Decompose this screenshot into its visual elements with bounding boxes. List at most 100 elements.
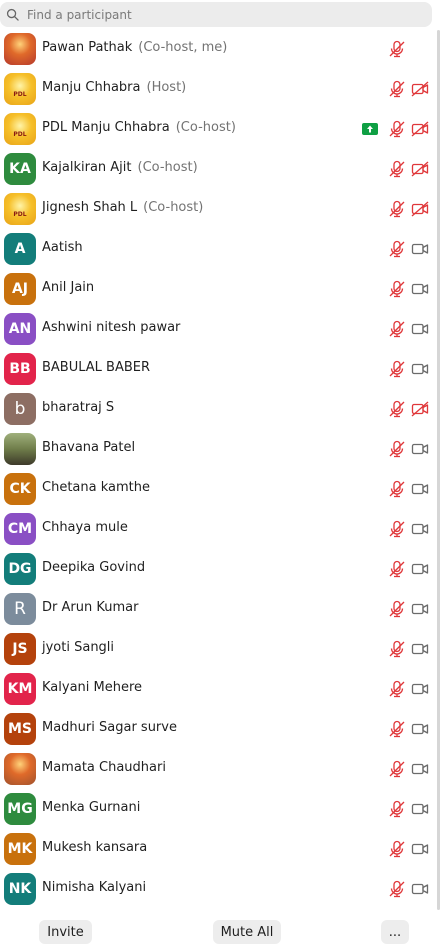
invite-button[interactable]: Invite: [39, 920, 92, 944]
avatar: A: [4, 233, 36, 265]
video-off-icon[interactable]: [410, 119, 430, 139]
participant-row[interactable]: PDL Manju Chhabra (Host): [0, 69, 440, 109]
participant-name-text: Anil Jain: [42, 280, 95, 295]
mic-muted-icon[interactable]: [387, 839, 407, 859]
mic-muted-icon[interactable]: [387, 799, 407, 819]
avatar-initials: MK: [7, 841, 33, 857]
participant-name-text: BABULAL BABER: [42, 360, 151, 375]
mic-muted-icon[interactable]: [387, 479, 407, 499]
participant-name-text: Bhavana Patel: [42, 440, 136, 455]
participant-name: Kajalkiran Ajit (Co-host): [42, 160, 198, 175]
participant-row[interactable]: KM Kalyani Mehere: [0, 669, 440, 709]
participant-name: Jignesh Shah L (Co-host): [42, 200, 203, 215]
pdl-logo-icon: PDL: [4, 193, 36, 225]
mic-muted-icon[interactable]: [387, 79, 407, 99]
avatar-initials: MS: [7, 721, 32, 737]
video-on-icon[interactable]: [410, 679, 430, 699]
participant-row[interactable]: MG Menka Gurnani: [0, 789, 440, 829]
video-on-icon[interactable]: [410, 839, 430, 859]
participant-status-icons: [387, 39, 430, 59]
participant-row[interactable]: A Aatish: [0, 229, 440, 269]
participant-row[interactable]: AJ Anil Jain: [0, 269, 440, 309]
video-on-icon[interactable]: [410, 519, 430, 539]
avatar-initials: DG: [8, 561, 32, 577]
avatar: BB: [4, 353, 36, 385]
participant-row[interactable]: CM Chhaya mule: [0, 509, 440, 549]
participant-name: PDL Manju Chhabra (Co-host): [42, 120, 236, 135]
participant-row[interactable]: AN Ashwini nitesh pawar: [0, 309, 440, 349]
video-on-icon[interactable]: [410, 879, 430, 899]
participant-status-icons: [387, 359, 430, 379]
video-off-icon[interactable]: [410, 399, 430, 419]
video-on-icon[interactable]: [410, 799, 430, 819]
avatar: AJ: [4, 273, 36, 305]
mic-muted-icon[interactable]: [387, 559, 407, 579]
participant-row[interactable]: BB BABULAL BABER: [0, 349, 440, 389]
video-on-icon[interactable]: [410, 559, 430, 579]
mic-muted-icon[interactable]: [387, 599, 407, 619]
mic-muted-icon[interactable]: [387, 359, 407, 379]
video-on-icon[interactable]: [410, 759, 430, 779]
participant-row[interactable]: Bhavana Patel: [0, 429, 440, 469]
mic-muted-icon[interactable]: [387, 519, 407, 539]
video-on-icon[interactable]: [410, 439, 430, 459]
video-on-icon[interactable]: [410, 359, 430, 379]
participant-row[interactable]: Mamata Chaudhari: [0, 749, 440, 789]
mute-all-button[interactable]: Mute All: [213, 920, 281, 944]
participant-row[interactable]: Pawan Pathak (Co-host, me): [0, 29, 440, 69]
video-on-icon[interactable]: [410, 639, 430, 659]
mic-muted-icon[interactable]: [387, 279, 407, 299]
video-off-icon[interactable]: [410, 79, 430, 99]
avatar: KM: [4, 673, 36, 705]
mic-muted-icon[interactable]: [387, 639, 407, 659]
participant-row[interactable]: KA Kajalkiran Ajit (Co-host): [0, 149, 440, 189]
mic-muted-icon[interactable]: [387, 759, 407, 779]
video-on-icon[interactable]: [410, 239, 430, 259]
participant-name-text: Madhuri Sagar surve: [42, 720, 177, 735]
avatar-initials: A: [14, 241, 26, 257]
search-input[interactable]: [27, 7, 407, 22]
participant-row[interactable]: JS jyoti Sangli: [0, 629, 440, 669]
participant-row[interactable]: NK Nimisha Kalyani: [0, 869, 440, 909]
avatar: NK: [4, 873, 36, 905]
deity-photo-icon: [4, 753, 36, 785]
avatar: KA: [4, 153, 36, 185]
mic-muted-icon[interactable]: [387, 679, 407, 699]
participant-name-text: Mamata Chaudhari: [42, 760, 166, 775]
video-on-icon[interactable]: [410, 319, 430, 339]
video-off-icon[interactable]: [410, 159, 430, 179]
mic-muted-icon[interactable]: [387, 239, 407, 259]
participant-row[interactable]: MS Madhuri Sagar surve: [0, 709, 440, 749]
mic-muted-icon[interactable]: [387, 159, 407, 179]
video-off-icon[interactable]: [410, 199, 430, 219]
video-on-icon[interactable]: [410, 479, 430, 499]
participant-name: Madhuri Sagar surve: [42, 720, 177, 735]
participant-row[interactable]: CK Chetana kamthe: [0, 469, 440, 509]
mic-muted-icon[interactable]: [387, 399, 407, 419]
mic-muted-icon[interactable]: [387, 199, 407, 219]
video-on-icon[interactable]: [410, 719, 430, 739]
screen-share-icon: [362, 123, 378, 135]
avatar: DG: [4, 553, 36, 585]
participant-row[interactable]: b bharatraj S: [0, 389, 440, 429]
participant-row[interactable]: PDL PDL Manju Chhabra (Co-host): [0, 109, 440, 149]
mic-muted-icon[interactable]: [387, 119, 407, 139]
mic-muted-icon[interactable]: [387, 439, 407, 459]
participant-row[interactable]: MK Mukesh kansara: [0, 829, 440, 869]
mic-muted-icon[interactable]: [387, 719, 407, 739]
participant-row[interactable]: R Dr Arun Kumar: [0, 589, 440, 629]
participant-name: Menka Gurnani: [42, 800, 140, 815]
video-on-icon[interactable]: [410, 599, 430, 619]
participant-name: Anil Jain: [42, 280, 94, 295]
participant-search[interactable]: [0, 2, 432, 27]
mic-muted-icon[interactable]: [387, 319, 407, 339]
participant-name: Mukesh kansara: [42, 840, 147, 855]
participant-name: Nimisha Kalyani: [42, 880, 146, 895]
participant-status-icons: [387, 279, 430, 299]
mic-muted-icon[interactable]: [387, 39, 407, 59]
participant-row[interactable]: DG Deepika Govind: [0, 549, 440, 589]
participant-row[interactable]: PDL Jignesh Shah L (Co-host): [0, 189, 440, 229]
video-on-icon[interactable]: [410, 279, 430, 299]
more-options-button[interactable]: ...: [381, 920, 409, 944]
mic-muted-icon[interactable]: [387, 879, 407, 899]
